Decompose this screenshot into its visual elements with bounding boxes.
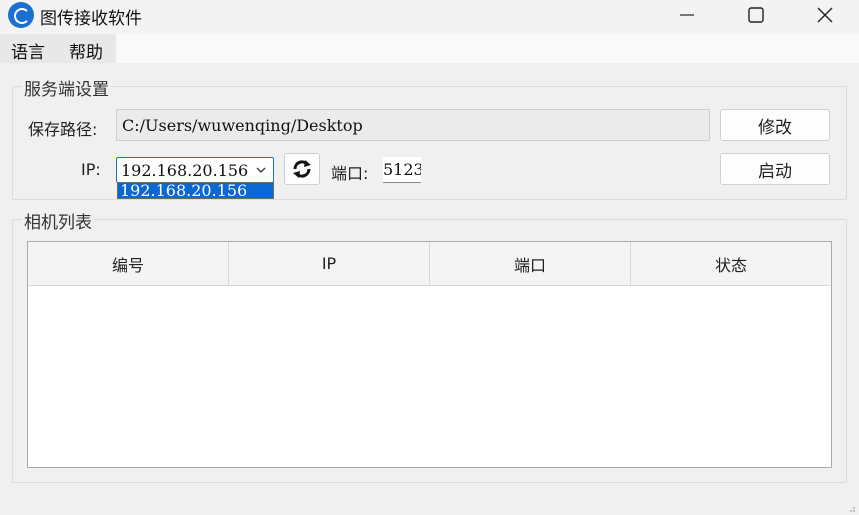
- menu-help[interactable]: 帮助: [67, 38, 105, 63]
- ip-label: IP:: [81, 160, 101, 179]
- minimize-icon: [679, 14, 694, 16]
- save-path-label: 保存路径:: [28, 120, 98, 139]
- maximize-icon: [747, 7, 764, 23]
- column-header-id[interactable]: 编号: [28, 242, 229, 285]
- maximize-button[interactable]: [721, 0, 790, 30]
- minimize-button[interactable]: [652, 0, 721, 30]
- ip-select[interactable]: 192.168.20.156: [116, 157, 274, 183]
- save-path-field[interactable]: C:/Users/wuwenqing/Desktop: [116, 109, 710, 141]
- start-button[interactable]: 启动: [720, 153, 830, 185]
- ip-dropdown-list: 192.168.20.156: [117, 181, 274, 200]
- resize-grip-icon[interactable]: [846, 503, 856, 513]
- title-bar: 图传接收软件: [0, 0, 859, 34]
- refresh-button[interactable]: [284, 153, 320, 185]
- table-header: 编号 IP 端口 状态: [28, 242, 831, 286]
- ip-option[interactable]: 192.168.20.156: [120, 181, 247, 200]
- refresh-icon: [293, 160, 311, 178]
- server-settings-title: 服务端设置: [22, 75, 111, 100]
- chevron-down-icon: [256, 167, 266, 173]
- close-icon: [817, 7, 832, 23]
- close-button[interactable]: [790, 0, 859, 30]
- camera-table[interactable]: 编号 IP 端口 状态: [27, 241, 832, 468]
- port-input[interactable]: 5123: [383, 157, 421, 183]
- window-title: 图传接收软件: [40, 9, 142, 29]
- camera-list-title: 相机列表: [22, 208, 94, 233]
- column-header-status[interactable]: 状态: [631, 242, 831, 285]
- column-header-ip[interactable]: IP: [229, 242, 430, 285]
- column-header-port[interactable]: 端口: [430, 242, 631, 285]
- modify-button[interactable]: 修改: [720, 109, 830, 141]
- port-label: 端口:: [331, 164, 369, 183]
- app-logo-icon: [8, 2, 34, 28]
- menu-bar: 语言 帮助: [0, 34, 859, 63]
- menu-language[interactable]: 语言: [9, 38, 47, 63]
- ip-select-value: 192.168.20.156: [121, 161, 249, 180]
